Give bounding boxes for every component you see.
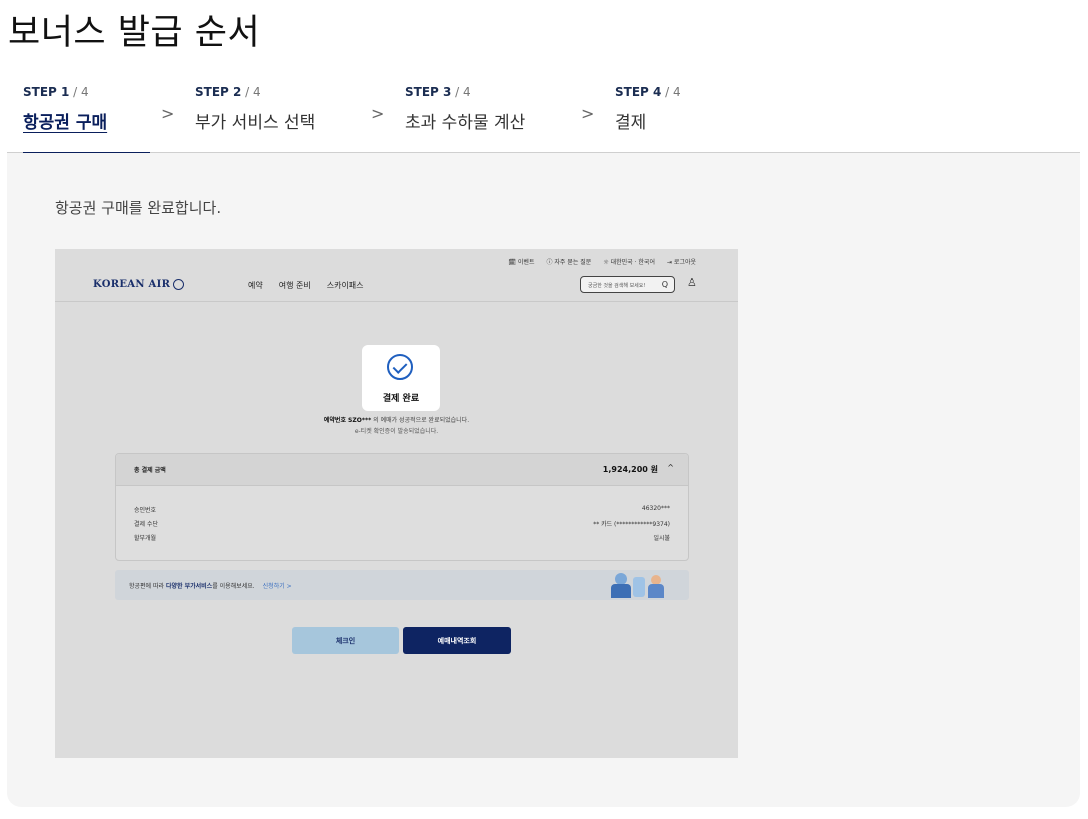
chevron-up-icon: ^: [667, 463, 674, 472]
nav-reservation: 예약: [248, 281, 263, 290]
search-input: 궁금한 것을 검색해 보세요! Q: [580, 276, 675, 293]
nav-skypass: 스카이패스: [326, 281, 364, 290]
payment-summary-header: 총 결제 금액 1,924,200 원 ^: [116, 454, 688, 486]
apply-link: 신청하기 >: [262, 583, 292, 590]
faq-link: ⓘ 자주 묻는 질문: [546, 259, 592, 266]
event-link: 🗓 이벤트: [508, 259, 535, 266]
search-icon: Q: [661, 280, 668, 289]
total-amount-value: 1,924,200 원: [602, 465, 658, 474]
step-content-panel: 항공권 구매를 완료합니다. 🗓 이벤트 ⓘ 자주 묻는 질문 ☼ 대한민국 ·…: [7, 153, 1080, 807]
step-number: STEP 2 / 4: [195, 85, 261, 99]
header-divider: [55, 301, 738, 302]
reservation-lookup-button: 예매내역조회: [403, 627, 511, 654]
step-4[interactable]: STEP 4 / 4 결제: [615, 84, 715, 153]
payment-complete-card: 결제 완료: [362, 345, 440, 411]
chevron-right-icon: >: [161, 104, 175, 123]
taegeuk-logo-icon: [173, 279, 185, 290]
step-2[interactable]: STEP 2 / 4 부가 서비스 선택: [195, 84, 355, 153]
step-number: STEP 3 / 4: [405, 85, 471, 99]
nav-travel-prep: 여행 준비: [278, 281, 311, 290]
korean-air-logo: KOREAN AIR: [93, 279, 185, 290]
payment-complete-title: 결제 완료: [382, 394, 420, 404]
payment-summary: 총 결제 금액 1,924,200 원 ^ 승인번호 46320*** 결제 수단…: [115, 453, 689, 561]
chevron-right-icon: >: [581, 104, 595, 123]
reservation-message: 예약번호 SZO*** 의 예매가 성공적으로 완료되었습니다.: [323, 417, 470, 424]
step-number: STEP 4 / 4: [615, 85, 681, 99]
chevron-right-icon: >: [371, 104, 385, 123]
example-screenshot: 🗓 이벤트 ⓘ 자주 묻는 질문 ☼ 대한민국 · 한국어 ⇥ 로그아웃 KOR…: [55, 249, 738, 758]
ancillary-service-banner: 항공편에 따라 다양한 부가서비스를 이용해보세요. 신청하기 >: [115, 570, 689, 600]
language-link: ☼ 대한민국 · 한국어: [603, 259, 655, 266]
check-circle-icon: [387, 354, 413, 380]
main-nav: 예약 여행 준비 스카이패스: [248, 280, 364, 291]
step-description: 항공권 구매를 완료합니다.: [55, 199, 222, 217]
payment-row: 결제 수단 ** 카드 (************9374): [134, 521, 670, 528]
service-illustration: [607, 571, 671, 599]
step-1[interactable]: STEP 1 / 4 항공권 구매: [23, 84, 150, 154]
user-icon: ♙: [687, 276, 697, 289]
step-label: 초과 수하물 계산: [405, 113, 526, 133]
eticket-message: e-티켓 확인증이 발송되었습니다.: [354, 428, 439, 435]
payment-row: 승인번호 46320***: [134, 505, 670, 514]
logout-link: ⇥ 로그아웃: [666, 259, 696, 266]
step-number: STEP 1 / 4: [23, 85, 89, 99]
total-amount-label: 총 결제 금액: [134, 467, 166, 474]
step-3[interactable]: STEP 3 / 4 초과 수하물 계산: [405, 84, 565, 153]
payment-row: 할부개월 일시불: [134, 535, 670, 542]
page-title: 보너스 발급 순서: [8, 13, 261, 53]
step-label: 부가 서비스 선택: [195, 113, 316, 133]
stepper: STEP 1 / 4 항공권 구매 > STEP 2 / 4 부가 서비스 선택…: [7, 84, 1080, 154]
step-label: 항공권 구매: [23, 113, 108, 133]
step-label: 결제: [615, 113, 647, 133]
checkin-button: 체크인: [292, 627, 399, 654]
utility-links: 🗓 이벤트 ⓘ 자주 묻는 질문 ☼ 대한민국 · 한국어 ⇥ 로그아웃: [508, 257, 696, 266]
